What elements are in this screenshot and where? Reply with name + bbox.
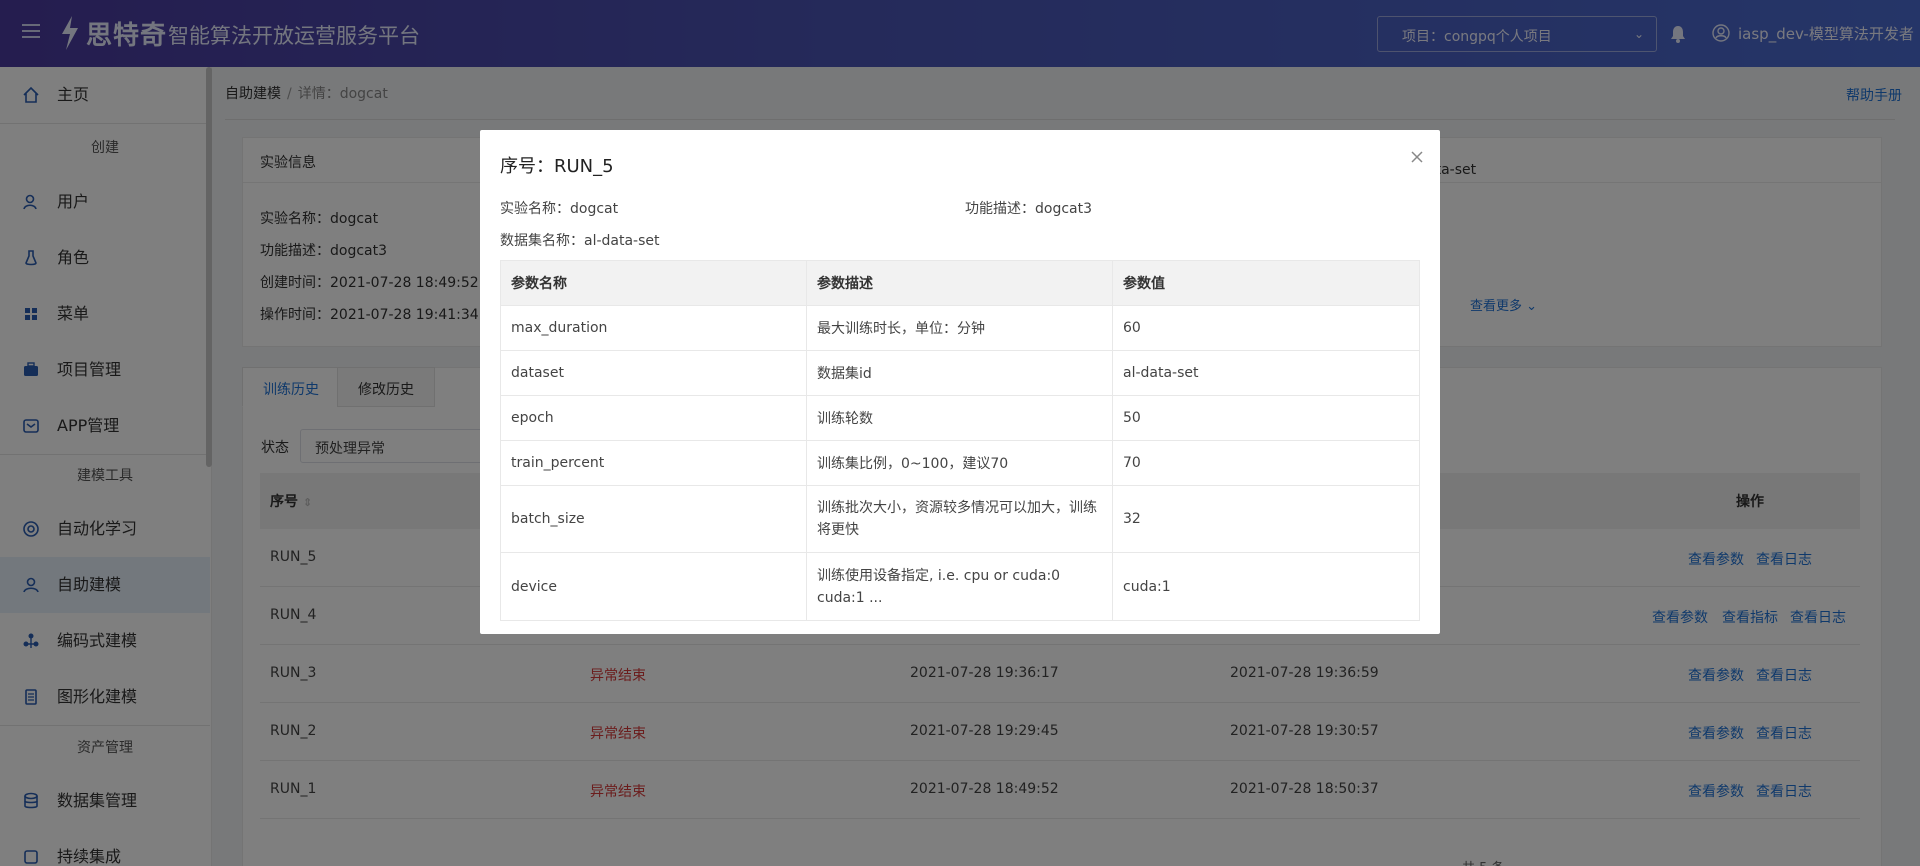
param-value: cuda:1 bbox=[1123, 578, 1171, 595]
param-value: 70 bbox=[1123, 455, 1141, 471]
param-desc: 训练轮数 bbox=[807, 396, 1113, 440]
param-row: train_percent 训练集比例，0~100，建议70 70 bbox=[501, 441, 1419, 486]
param-value: 32 bbox=[1123, 511, 1141, 527]
header-param-desc: 参数描述 bbox=[807, 261, 1113, 305]
param-desc: 训练使用设备指定, i.e. cpu or cuda:0 cuda:1 ... bbox=[807, 553, 1113, 620]
param-row: batch_size 训练批次大小，资源较多情况可以加大，训练将更快 32 bbox=[501, 486, 1419, 553]
param-value: 50 bbox=[1123, 410, 1141, 426]
params-table-header: 参数名称 参数描述 参数值 bbox=[501, 261, 1419, 306]
param-name: batch_size bbox=[501, 486, 807, 552]
param-name: max_duration bbox=[501, 306, 807, 350]
header-param-name: 参数名称 bbox=[501, 261, 807, 305]
param-name: epoch bbox=[501, 396, 807, 440]
modal-dataset-name: 数据集名称：al-data-set bbox=[500, 233, 660, 249]
modal-func-desc: 功能描述：dogcat3 bbox=[965, 201, 1093, 217]
param-desc: 数据集id bbox=[807, 351, 1113, 395]
params-table: 参数名称 参数描述 参数值 max_duration 最大训练时长，单位：分钟 … bbox=[500, 260, 1420, 621]
param-name: device bbox=[501, 553, 807, 620]
param-desc: 训练批次大小，资源较多情况可以加大，训练将更快 bbox=[807, 486, 1113, 552]
param-name: train_percent bbox=[501, 441, 807, 485]
params-modal: 序号：RUN_5 实验名称：dogcat 功能描述：dogcat3 数据集名称：… bbox=[480, 130, 1440, 634]
modal-title: 序号：RUN_5 bbox=[500, 156, 614, 177]
param-desc: 训练集比例，0~100，建议70 bbox=[807, 441, 1113, 485]
param-desc: 最大训练时长，单位：分钟 bbox=[807, 306, 1113, 350]
param-value: 60 bbox=[1123, 320, 1141, 336]
param-name: dataset bbox=[501, 351, 807, 395]
close-icon[interactable] bbox=[1410, 150, 1424, 164]
modal-exp-name: 实验名称：dogcat bbox=[500, 201, 619, 217]
param-row: max_duration 最大训练时长，单位：分钟 60 bbox=[501, 306, 1419, 351]
param-row: dataset 数据集id al-data-set bbox=[501, 351, 1419, 396]
param-row: epoch 训练轮数 50 bbox=[501, 396, 1419, 441]
param-value: al-data-set bbox=[1123, 365, 1199, 381]
param-row: device 训练使用设备指定, i.e. cpu or cuda:0 cuda… bbox=[501, 553, 1419, 620]
header-param-value: 参数值 bbox=[1123, 276, 1165, 292]
